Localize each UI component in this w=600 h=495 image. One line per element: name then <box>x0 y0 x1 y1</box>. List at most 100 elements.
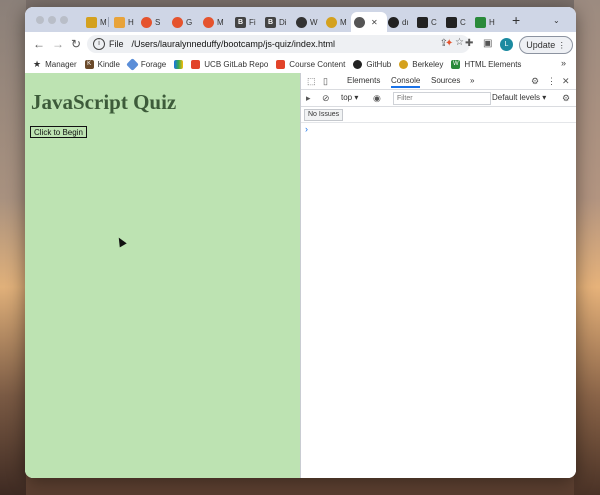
reload-icon[interactable]: ↻ <box>71 37 81 51</box>
info-icon[interactable]: i <box>93 38 105 50</box>
browser-tab[interactable]: G <box>169 12 195 32</box>
browser-window: M H S G M B Fi B Di W M ✕ dı C C H + ⌄ ← →… <box>25 7 576 478</box>
address-scheme-label: File <box>109 39 124 49</box>
bootstrap-icon: B <box>265 16 276 28</box>
tab-icon <box>326 16 337 28</box>
desktop-wallpaper-left <box>0 0 26 495</box>
tab-icon <box>172 16 183 28</box>
w3-icon: W <box>451 60 461 69</box>
desktop-wallpaper-right <box>574 0 600 495</box>
sidebar-toggle-icon[interactable]: ▸ <box>306 93 311 104</box>
tab-sources[interactable]: Sources <box>431 76 460 85</box>
tab-icon <box>446 16 457 28</box>
avatar[interactable]: L <box>500 38 513 51</box>
context-selector[interactable]: top ▾ <box>341 93 358 102</box>
web-page: JavaScript Quiz Click to Begin <box>25 73 300 478</box>
bookmarks-overflow-button[interactable]: » <box>561 58 566 68</box>
forward-arrow-icon[interactable]: → <box>52 37 64 51</box>
inspect-element-icon[interactable]: ⬚ <box>307 76 316 87</box>
gear-icon[interactable]: ⚙ <box>531 76 539 87</box>
clear-console-icon[interactable]: ⊘ <box>322 93 330 104</box>
issues-row: No Issues <box>301 107 576 123</box>
github-icon <box>388 16 399 28</box>
tab-icon <box>475 16 486 28</box>
bookmark-github[interactable]: GitHub <box>353 60 391 69</box>
bookmark-ucb-gitlab[interactable]: UCB GitLab Repo <box>191 60 268 69</box>
begin-quiz-button[interactable]: Click to Begin <box>30 126 87 138</box>
update-button[interactable]: Update ⋮ <box>519 36 573 54</box>
browser-tab[interactable]: S <box>138 12 163 32</box>
browser-tab[interactable]: H <box>111 12 137 32</box>
browser-tab[interactable]: B Di <box>262 12 290 32</box>
bookmark-forage[interactable]: Forage <box>126 58 166 71</box>
puzzle-icon[interactable]: ✚ <box>465 38 473 49</box>
browser-tab[interactable]: C <box>443 12 469 32</box>
tab-bar: M H S G M B Fi B Di W M ✕ dı C C H + ⌄ <box>25 7 576 32</box>
more-vert-icon[interactable]: ⋮ <box>547 76 556 87</box>
console-filter-input[interactable]: Filter <box>393 92 491 105</box>
log-levels-dropdown[interactable]: Default levels ▾ <box>492 93 546 102</box>
more-vert-icon: ⋮ <box>557 41 566 50</box>
address-bar[interactable]: i File /Users/lauralynneduffy/bootcamp/j… <box>87 35 470 53</box>
no-issues-button[interactable]: No Issues <box>304 109 344 121</box>
bookmarks-bar: ★ Manager K Kindle Forage UCB GitLab Repo … <box>25 56 576 74</box>
console-toolbar: ▸ ⊘ top ▾ ◉ Filter Default levels ▾ ⚙ <box>301 90 576 107</box>
bookmark-kindle[interactable]: K Kindle <box>84 60 120 69</box>
browser-tab[interactable]: C <box>414 12 440 32</box>
devtools-panel: ⬚ ▯ Elements Console Sources » ⚙ ⋮ ✕ ▸ ⊘… <box>300 73 576 478</box>
bookmark-course-content[interactable]: Course Content <box>276 60 345 69</box>
tab-icon <box>114 16 125 28</box>
new-tab-button[interactable]: + <box>512 12 520 28</box>
tab-icon <box>417 16 428 28</box>
forage-icon <box>126 58 139 71</box>
bookmark-manager[interactable]: ★ Manager <box>33 59 77 70</box>
bookmark-star-icon[interactable]: ☆ <box>455 37 464 48</box>
tab-console[interactable]: Console <box>391 76 421 88</box>
device-toolbar-icon[interactable]: ▯ <box>323 76 328 87</box>
browser-tab[interactable]: H <box>472 12 498 32</box>
active-browser-tab[interactable]: ✕ <box>351 12 387 32</box>
browser-tab[interactable]: M <box>200 12 227 32</box>
console-settings-gear-icon[interactable]: ⚙ <box>562 93 570 104</box>
console-prompt[interactable]: › <box>305 124 308 134</box>
kindle-icon: K <box>84 60 94 69</box>
bookmark-html-elements[interactable]: W HTML Elements <box>451 60 521 69</box>
tab-icon <box>296 16 307 28</box>
drive-icon <box>174 60 184 69</box>
tab-icon <box>141 16 152 28</box>
extension-icon[interactable]: ✦ <box>445 38 453 49</box>
zoom-window-button[interactable] <box>60 16 68 24</box>
more-tabs-button[interactable]: » <box>470 76 474 85</box>
devtools-tab-bar: ⬚ ▯ Elements Console Sources » ⚙ ⋮ ✕ <box>301 73 576 90</box>
close-icon[interactable]: ✕ <box>562 76 570 87</box>
globe-icon <box>354 16 365 28</box>
address-url[interactable]: /Users/lauralynneduffy/bootcamp/js-quiz/… <box>132 39 335 49</box>
minimize-window-button[interactable] <box>48 16 56 24</box>
gitlab-icon <box>276 60 286 69</box>
github-icon <box>353 60 363 69</box>
page-title: JavaScript Quiz <box>31 90 177 114</box>
browser-tab[interactable]: M <box>83 12 110 32</box>
bootstrap-icon: B <box>235 16 246 28</box>
tab-divider <box>108 17 109 27</box>
tab-elements[interactable]: Elements <box>347 76 380 85</box>
close-tab-icon[interactable]: ✕ <box>371 18 378 27</box>
gitlab-icon <box>191 60 201 69</box>
sidebar-icon[interactable]: ▣ <box>483 38 492 49</box>
tab-icon <box>203 16 214 28</box>
mouse-cursor-icon <box>115 235 127 248</box>
chevron-down-icon[interactable]: ⌄ <box>553 16 560 25</box>
browser-tab[interactable]: dı <box>385 12 412 32</box>
browser-tab[interactable]: M <box>323 12 350 32</box>
close-window-button[interactable] <box>36 16 44 24</box>
eye-icon[interactable]: ◉ <box>373 93 381 104</box>
mail-icon <box>86 16 97 28</box>
back-arrow-icon[interactable]: ← <box>33 37 45 51</box>
browser-toolbar: ← → ↻ i File /Users/lauralynneduffy/boot… <box>25 32 576 56</box>
bookmark-berkeley[interactable]: Berkeley <box>399 60 443 69</box>
star-icon: ★ <box>33 59 42 69</box>
browser-tab[interactable]: W <box>293 12 321 32</box>
berkeley-icon <box>399 60 409 69</box>
browser-tab[interactable]: B Fi <box>232 12 259 32</box>
bookmark-drive[interactable] <box>174 60 184 69</box>
